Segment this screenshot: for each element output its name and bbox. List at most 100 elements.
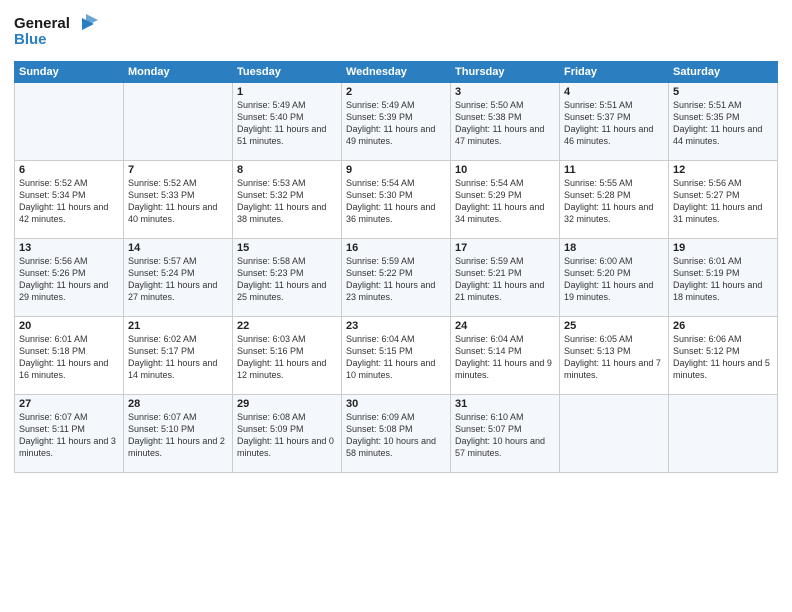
day-number: 24: [455, 320, 555, 332]
week-row-3: 13Sunrise: 5:56 AMSunset: 5:26 PMDayligh…: [15, 239, 778, 317]
day-content: Sunrise: 6:02 AMSunset: 5:17 PMDaylight:…: [128, 333, 228, 382]
calendar-cell: [669, 395, 778, 473]
day-content: Sunrise: 6:09 AMSunset: 5:08 PMDaylight:…: [346, 411, 446, 460]
day-content: Sunrise: 6:07 AMSunset: 5:10 PMDaylight:…: [128, 411, 228, 460]
day-number: 7: [128, 164, 228, 176]
svg-text:Blue: Blue: [14, 31, 47, 48]
logo-text: General Blue: [14, 10, 109, 55]
day-number: 18: [564, 242, 664, 254]
day-content: Sunrise: 5:54 AMSunset: 5:29 PMDaylight:…: [455, 177, 555, 226]
day-content: Sunrise: 6:01 AMSunset: 5:18 PMDaylight:…: [19, 333, 119, 382]
day-content: Sunrise: 6:07 AMSunset: 5:11 PMDaylight:…: [19, 411, 119, 460]
calendar-cell: [124, 83, 233, 161]
day-number: 23: [346, 320, 446, 332]
column-header-friday: Friday: [560, 62, 669, 83]
day-number: 3: [455, 86, 555, 98]
calendar-page: General Blue SundayMondayTuesdayWednesda…: [0, 0, 792, 612]
column-header-wednesday: Wednesday: [342, 62, 451, 83]
week-row-5: 27Sunrise: 6:07 AMSunset: 5:11 PMDayligh…: [15, 395, 778, 473]
calendar-cell: [560, 395, 669, 473]
calendar-cell: 28Sunrise: 6:07 AMSunset: 5:10 PMDayligh…: [124, 395, 233, 473]
day-content: Sunrise: 5:59 AMSunset: 5:21 PMDaylight:…: [455, 255, 555, 304]
calendar-cell: 17Sunrise: 5:59 AMSunset: 5:21 PMDayligh…: [451, 239, 560, 317]
calendar-cell: 2Sunrise: 5:49 AMSunset: 5:39 PMDaylight…: [342, 83, 451, 161]
day-content: Sunrise: 5:58 AMSunset: 5:23 PMDaylight:…: [237, 255, 337, 304]
day-content: Sunrise: 5:56 AMSunset: 5:26 PMDaylight:…: [19, 255, 119, 304]
day-content: Sunrise: 6:05 AMSunset: 5:13 PMDaylight:…: [564, 333, 664, 382]
day-number: 4: [564, 86, 664, 98]
day-content: Sunrise: 5:54 AMSunset: 5:30 PMDaylight:…: [346, 177, 446, 226]
calendar-cell: 24Sunrise: 6:04 AMSunset: 5:14 PMDayligh…: [451, 317, 560, 395]
day-number: 2: [346, 86, 446, 98]
calendar-cell: 8Sunrise: 5:53 AMSunset: 5:32 PMDaylight…: [233, 161, 342, 239]
svg-text:General: General: [14, 15, 70, 32]
day-number: 15: [237, 242, 337, 254]
day-number: 31: [455, 398, 555, 410]
day-content: Sunrise: 5:55 AMSunset: 5:28 PMDaylight:…: [564, 177, 664, 226]
day-content: Sunrise: 6:04 AMSunset: 5:15 PMDaylight:…: [346, 333, 446, 382]
calendar-cell: 26Sunrise: 6:06 AMSunset: 5:12 PMDayligh…: [669, 317, 778, 395]
day-number: 19: [673, 242, 773, 254]
calendar-cell: 27Sunrise: 6:07 AMSunset: 5:11 PMDayligh…: [15, 395, 124, 473]
day-content: Sunrise: 5:56 AMSunset: 5:27 PMDaylight:…: [673, 177, 773, 226]
day-number: 13: [19, 242, 119, 254]
column-header-saturday: Saturday: [669, 62, 778, 83]
day-content: Sunrise: 5:51 AMSunset: 5:35 PMDaylight:…: [673, 99, 773, 148]
day-content: Sunrise: 5:59 AMSunset: 5:22 PMDaylight:…: [346, 255, 446, 304]
day-number: 26: [673, 320, 773, 332]
day-content: Sunrise: 5:51 AMSunset: 5:37 PMDaylight:…: [564, 99, 664, 148]
day-content: Sunrise: 6:01 AMSunset: 5:19 PMDaylight:…: [673, 255, 773, 304]
calendar-cell: 30Sunrise: 6:09 AMSunset: 5:08 PMDayligh…: [342, 395, 451, 473]
day-number: 11: [564, 164, 664, 176]
column-header-sunday: Sunday: [15, 62, 124, 83]
day-number: 28: [128, 398, 228, 410]
day-content: Sunrise: 6:10 AMSunset: 5:07 PMDaylight:…: [455, 411, 555, 460]
day-number: 17: [455, 242, 555, 254]
calendar-cell: 1Sunrise: 5:49 AMSunset: 5:40 PMDaylight…: [233, 83, 342, 161]
day-number: 14: [128, 242, 228, 254]
calendar-cell: 9Sunrise: 5:54 AMSunset: 5:30 PMDaylight…: [342, 161, 451, 239]
calendar-cell: 29Sunrise: 6:08 AMSunset: 5:09 PMDayligh…: [233, 395, 342, 473]
day-number: 20: [19, 320, 119, 332]
calendar-cell: 21Sunrise: 6:02 AMSunset: 5:17 PMDayligh…: [124, 317, 233, 395]
header-row: SundayMondayTuesdayWednesdayThursdayFrid…: [15, 62, 778, 83]
calendar-cell: 5Sunrise: 5:51 AMSunset: 5:35 PMDaylight…: [669, 83, 778, 161]
day-number: 16: [346, 242, 446, 254]
day-number: 5: [673, 86, 773, 98]
day-content: Sunrise: 5:53 AMSunset: 5:32 PMDaylight:…: [237, 177, 337, 226]
calendar-cell: 3Sunrise: 5:50 AMSunset: 5:38 PMDaylight…: [451, 83, 560, 161]
calendar-cell: [15, 83, 124, 161]
day-content: Sunrise: 6:00 AMSunset: 5:20 PMDaylight:…: [564, 255, 664, 304]
day-number: 25: [564, 320, 664, 332]
column-header-monday: Monday: [124, 62, 233, 83]
day-content: Sunrise: 6:06 AMSunset: 5:12 PMDaylight:…: [673, 333, 773, 382]
calendar-cell: 18Sunrise: 6:00 AMSunset: 5:20 PMDayligh…: [560, 239, 669, 317]
day-number: 30: [346, 398, 446, 410]
day-content: Sunrise: 5:49 AMSunset: 5:39 PMDaylight:…: [346, 99, 446, 148]
calendar-cell: 16Sunrise: 5:59 AMSunset: 5:22 PMDayligh…: [342, 239, 451, 317]
calendar-cell: 4Sunrise: 5:51 AMSunset: 5:37 PMDaylight…: [560, 83, 669, 161]
calendar-cell: 12Sunrise: 5:56 AMSunset: 5:27 PMDayligh…: [669, 161, 778, 239]
calendar-cell: 19Sunrise: 6:01 AMSunset: 5:19 PMDayligh…: [669, 239, 778, 317]
day-content: Sunrise: 6:03 AMSunset: 5:16 PMDaylight:…: [237, 333, 337, 382]
week-row-1: 1Sunrise: 5:49 AMSunset: 5:40 PMDaylight…: [15, 83, 778, 161]
day-number: 12: [673, 164, 773, 176]
header: General Blue: [14, 10, 778, 55]
day-content: Sunrise: 6:04 AMSunset: 5:14 PMDaylight:…: [455, 333, 555, 382]
day-number: 1: [237, 86, 337, 98]
logo: General Blue: [14, 10, 109, 55]
calendar-cell: 31Sunrise: 6:10 AMSunset: 5:07 PMDayligh…: [451, 395, 560, 473]
calendar-cell: 6Sunrise: 5:52 AMSunset: 5:34 PMDaylight…: [15, 161, 124, 239]
day-content: Sunrise: 5:52 AMSunset: 5:33 PMDaylight:…: [128, 177, 228, 226]
day-content: Sunrise: 5:57 AMSunset: 5:24 PMDaylight:…: [128, 255, 228, 304]
calendar-cell: 7Sunrise: 5:52 AMSunset: 5:33 PMDaylight…: [124, 161, 233, 239]
calendar-cell: 22Sunrise: 6:03 AMSunset: 5:16 PMDayligh…: [233, 317, 342, 395]
day-number: 22: [237, 320, 337, 332]
day-content: Sunrise: 5:50 AMSunset: 5:38 PMDaylight:…: [455, 99, 555, 148]
calendar-table: SundayMondayTuesdayWednesdayThursdayFrid…: [14, 61, 778, 473]
day-number: 8: [237, 164, 337, 176]
calendar-cell: 20Sunrise: 6:01 AMSunset: 5:18 PMDayligh…: [15, 317, 124, 395]
column-header-tuesday: Tuesday: [233, 62, 342, 83]
day-number: 9: [346, 164, 446, 176]
calendar-cell: 25Sunrise: 6:05 AMSunset: 5:13 PMDayligh…: [560, 317, 669, 395]
